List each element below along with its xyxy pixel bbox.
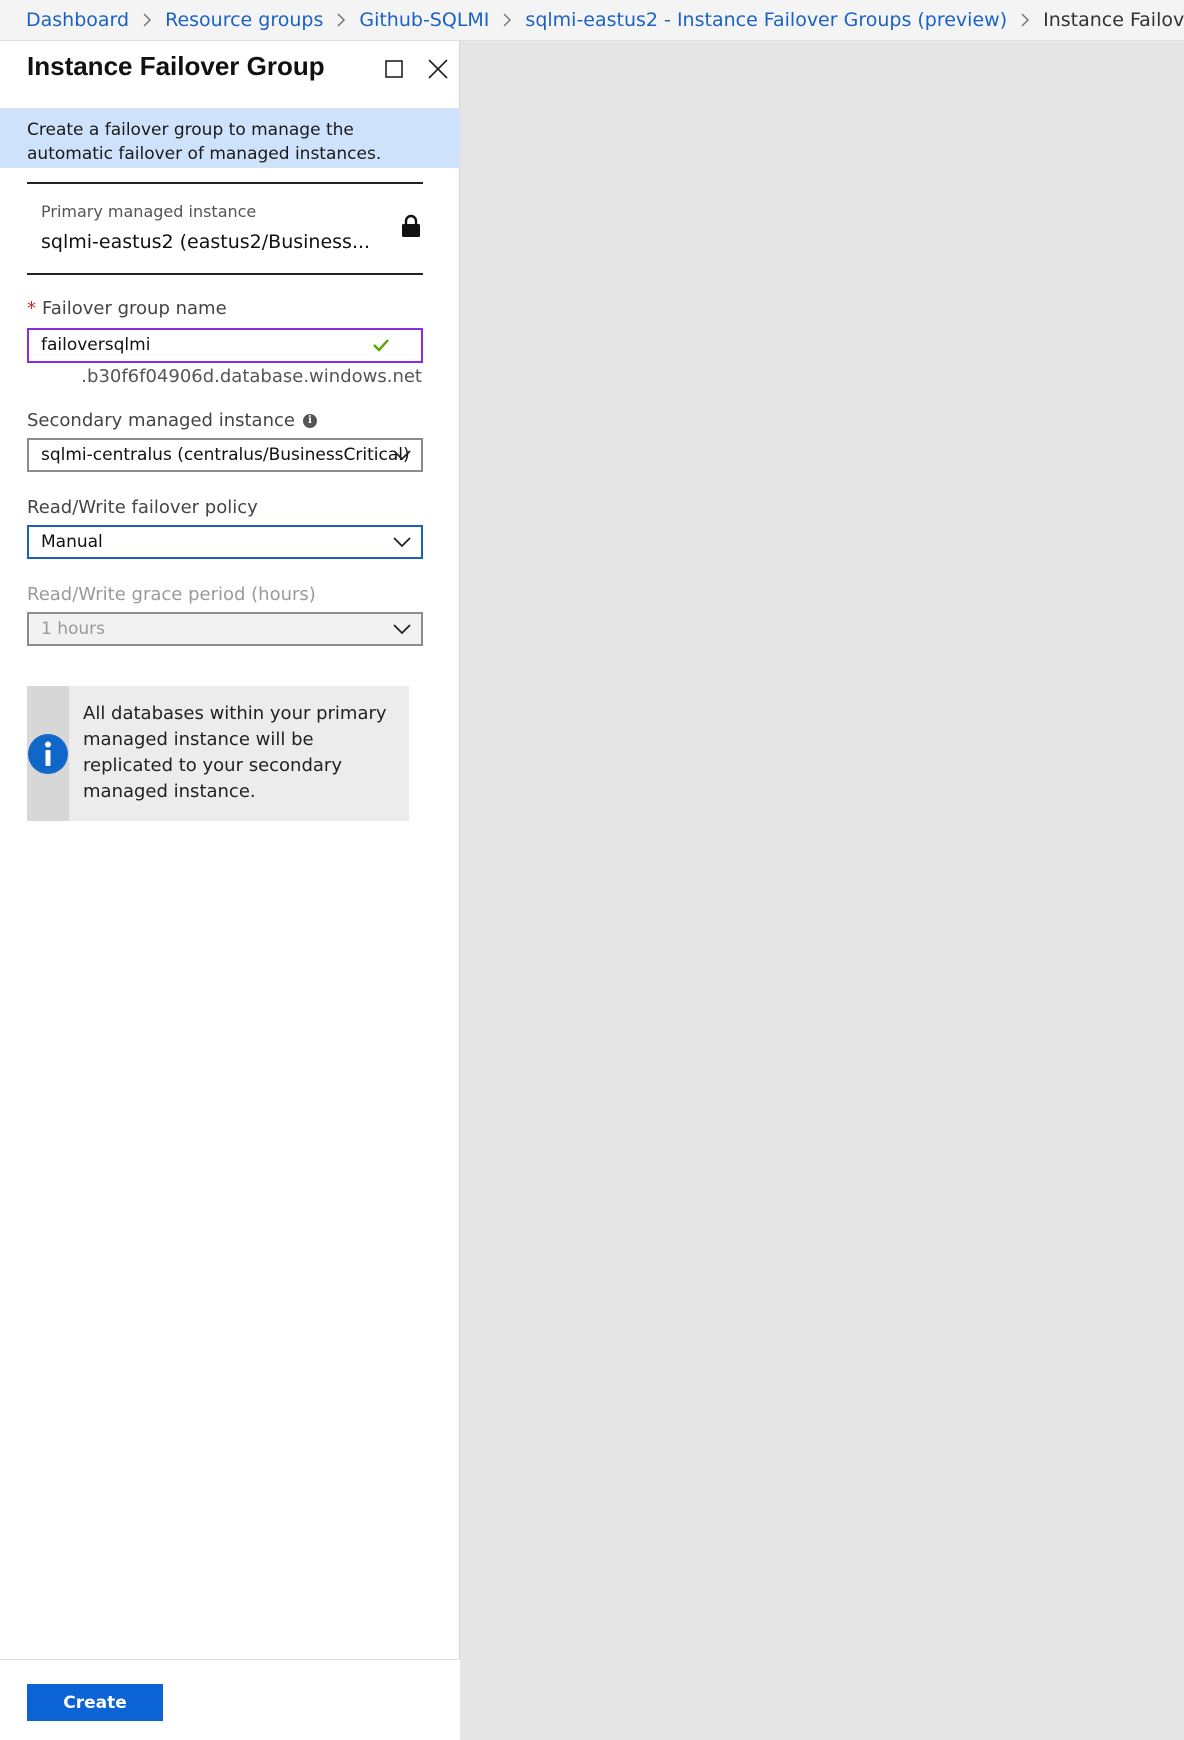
- primary-instance-field: Primary managed instance sqlmi-eastus2 (…: [27, 182, 423, 275]
- info-icon[interactable]: i: [302, 414, 317, 428]
- grace-period-value: 1 hours: [41, 619, 106, 639]
- close-button[interactable]: [424, 55, 452, 83]
- close-icon: [428, 59, 448, 79]
- breadcrumb-failover-groups[interactable]: sqlmi-eastus2 - Instance Failover Groups…: [525, 9, 1007, 31]
- grace-period-select: 1 hours: [27, 612, 423, 646]
- chevron-down-icon: [393, 537, 411, 548]
- breadcrumb-resource-groups[interactable]: Resource groups: [165, 9, 323, 31]
- chevron-right-icon: [1020, 13, 1030, 27]
- lock-icon: [402, 214, 420, 237]
- note-icon-column: [27, 686, 69, 821]
- checkmark-icon: [373, 339, 389, 352]
- chevron-right-icon: [142, 13, 152, 27]
- secondary-instance-label-text: Secondary managed instance: [27, 410, 295, 431]
- primary-instance-label: Primary managed instance: [41, 202, 257, 221]
- blade-title: Instance Failover Group: [27, 51, 325, 81]
- primary-instance-value: sqlmi-eastus2 (eastus2/Business...: [41, 231, 371, 253]
- failover-group-blade: Instance Failover Group Create a failove…: [0, 41, 460, 1740]
- blade-header: Instance Failover Group: [0, 41, 460, 109]
- breadcrumb-dashboard[interactable]: Dashboard: [26, 9, 129, 31]
- maximize-icon: [385, 60, 403, 78]
- failover-name-label-text: Failover group name: [42, 298, 227, 319]
- blade-footer: Create: [0, 1659, 460, 1740]
- breadcrumb: Dashboard Resource groups Github-SQLMI s…: [0, 0, 1184, 41]
- info-banner: Create a failover group to manage the au…: [0, 109, 460, 168]
- chevron-down-icon: [393, 450, 411, 461]
- dns-suffix: .b30f6f04906d.database.windows.net: [81, 366, 422, 387]
- replication-note: All databases within your primary manage…: [27, 686, 409, 821]
- note-text: All databases within your primary manage…: [83, 703, 387, 802]
- required-marker: *: [27, 298, 36, 319]
- secondary-instance-label: Secondary managed instance i: [27, 410, 317, 431]
- secondary-instance-value: sqlmi-centralus (centralus/BusinessCriti…: [41, 445, 410, 465]
- grace-period-label: Read/Write grace period (hours): [27, 584, 316, 605]
- failover-name-input[interactable]: failoversqlmi: [27, 328, 423, 363]
- failover-policy-select[interactable]: Manual: [27, 525, 423, 559]
- failover-policy-value: Manual: [41, 532, 103, 552]
- create-button[interactable]: Create: [27, 1684, 163, 1721]
- chevron-down-icon: [393, 624, 411, 635]
- breadcrumb-github-sqlmi[interactable]: Github-SQLMI: [359, 9, 489, 31]
- chevron-right-icon: [502, 13, 512, 27]
- failover-name-label: * Failover group name: [27, 298, 227, 319]
- failover-policy-label: Read/Write failover policy: [27, 497, 258, 518]
- secondary-instance-select[interactable]: sqlmi-centralus (centralus/BusinessCriti…: [27, 438, 423, 472]
- breadcrumb-current: Instance Failover Group: [1043, 9, 1184, 31]
- maximize-button[interactable]: [380, 55, 408, 83]
- chevron-right-icon: [336, 13, 346, 27]
- info-icon: [28, 733, 68, 774]
